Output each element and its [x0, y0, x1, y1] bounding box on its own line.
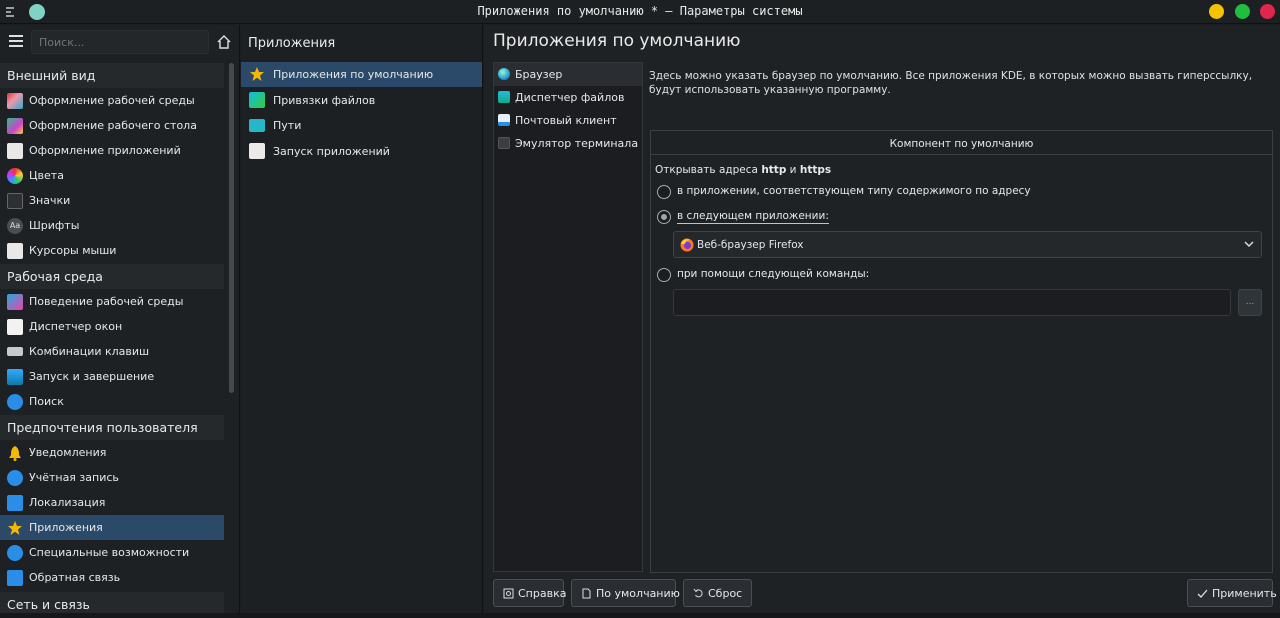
sidebar-item-notifications[interactable]: Уведомления [0, 440, 224, 465]
help-icon [503, 588, 514, 599]
cursor-icon [7, 243, 23, 259]
home-icon[interactable] [216, 34, 232, 50]
group-divider [651, 154, 1272, 155]
sidebar-scrollbar[interactable] [229, 63, 234, 393]
globe-icon [498, 68, 510, 80]
window-manager-icon [7, 319, 23, 335]
browser-select[interactable]: Веб-браузер Firefox [673, 231, 1262, 258]
apply-button[interactable]: Применить [1187, 579, 1277, 607]
hamburger-menu-icon[interactable] [9, 35, 23, 47]
sidebar-item-accessibility[interactable]: Специальные возможности [0, 540, 224, 565]
subcategory-header: Приложения [248, 36, 336, 51]
document-defaults-icon [582, 588, 591, 599]
keyboard-icon [7, 347, 23, 356]
component-list: Браузер Диспетчер файлов Почтовый клиент… [493, 62, 643, 572]
component-item-mail[interactable]: Почтовый клиент [494, 109, 642, 132]
taskbar-strip [0, 613, 1280, 618]
star-icon [250, 67, 264, 81]
checkmark-icon [1197, 589, 1208, 598]
category-appearance: Внешний вид [0, 63, 224, 88]
description-text: Здесь можно указать браузер по умолчанию… [649, 70, 1253, 96]
accessibility-icon [7, 545, 23, 561]
launch-icon [249, 143, 265, 159]
sidebar-item-locale[interactable]: Локализация [0, 490, 224, 515]
sidebar-item-desktop-theme[interactable]: Оформление рабочего стола [0, 113, 224, 138]
sidebar-item-shortcuts[interactable]: Комбинации клавиш [0, 339, 224, 364]
component-item-browser[interactable]: Браузер [494, 63, 642, 86]
sidebar-item-icons[interactable]: Значки [0, 188, 224, 213]
subcategory-item-default-apps[interactable]: Приложения по умолчанию [241, 62, 482, 87]
desktop-theme-icon [7, 118, 23, 134]
file-manager-icon [498, 91, 510, 103]
locale-icon [7, 495, 23, 511]
radio-button[interactable] [657, 185, 671, 199]
bell-icon [9, 446, 21, 461]
sidebar: Внешний вид Оформление рабочей среды Офо… [0, 25, 240, 618]
subcategory-panel: Приложения Приложения по умолчанию Привя… [241, 25, 483, 618]
title-bar: Приложения по умолчанию * — Параметры си… [0, 0, 1280, 24]
subcategory-item-file-associations[interactable]: Привязки файлов [241, 88, 482, 113]
startup-icon [7, 369, 23, 385]
mail-icon [498, 114, 510, 126]
close-button[interactable] [1260, 4, 1275, 19]
sidebar-item-applications[interactable]: Приложения [0, 515, 224, 540]
plasma-theme-icon [7, 93, 23, 109]
colors-icon [7, 168, 23, 184]
sidebar-item-workspace-behavior[interactable]: Поведение рабочей среды [0, 289, 224, 314]
sidebar-item-cursors[interactable]: Курсоры мыши [0, 238, 224, 263]
browse-button[interactable]: ... [1238, 289, 1262, 316]
radio-button[interactable] [657, 210, 671, 224]
terminal-icon [498, 137, 510, 149]
group-title: Компонент по умолчанию [889, 138, 1034, 150]
subcategory-item-launch[interactable]: Запуск приложений [241, 139, 482, 164]
star-icon [8, 521, 22, 535]
search-input[interactable] [31, 30, 209, 54]
command-input[interactable] [673, 289, 1231, 316]
sidebar-item-app-style[interactable]: Оформление приложений [0, 138, 224, 163]
subcategory-item-paths[interactable]: Пути [241, 113, 482, 138]
sidebar-item-plasma-theme[interactable]: Оформление рабочей среды [0, 88, 224, 113]
category-personalization: Предпочтения пользователя [0, 415, 224, 440]
sidebar-item-startup[interactable]: Запуск и завершение [0, 364, 224, 389]
category-workspace: Рабочая среда [0, 264, 224, 289]
chevron-down-icon [1244, 241, 1254, 247]
maximize-button[interactable] [1235, 4, 1250, 19]
fonts-icon: Aa [7, 218, 23, 234]
defaults-button[interactable]: По умолчанию [571, 579, 680, 607]
feedback-icon [7, 570, 23, 586]
component-item-terminal[interactable]: Эмулятор терминала [494, 132, 642, 155]
firefox-icon [680, 238, 694, 252]
workspace-behavior-icon [7, 294, 23, 310]
sidebar-item-feedback[interactable]: Обратная связь [0, 565, 224, 590]
opens-urls-label: Открывать адреса http и https [655, 164, 832, 176]
sidebar-item-colors[interactable]: Цвета [0, 163, 224, 188]
folder-icon [249, 119, 265, 132]
page-title: Приложения по умолчанию [493, 31, 741, 51]
file-assoc-icon [249, 92, 265, 108]
main-panel: Приложения по умолчанию Браузер Диспетче… [484, 25, 1280, 618]
help-button[interactable]: Справка [493, 579, 566, 607]
reset-button[interactable]: Сброс [683, 579, 752, 607]
radio-button[interactable] [657, 268, 671, 282]
component-item-file-manager[interactable]: Диспетчер файлов [494, 86, 642, 109]
undo-icon [693, 588, 703, 598]
icons-icon [7, 193, 23, 209]
app-style-icon [7, 143, 23, 159]
sidebar-item-account[interactable]: Учётная запись [0, 465, 224, 490]
search-icon [7, 394, 23, 410]
minimize-button[interactable] [1209, 4, 1224, 19]
sidebar-item-fonts[interactable]: Aa Шрифты [0, 213, 224, 238]
user-icon [7, 470, 23, 486]
window-title: Приложения по умолчанию * — Параметры си… [477, 4, 803, 18]
sidebar-item-search[interactable]: Поиск [0, 389, 224, 414]
sidebar-item-window-manager[interactable]: Диспетчер окон [0, 314, 224, 339]
default-component-group: Компонент по умолчанию Открывать адреса … [650, 130, 1273, 573]
